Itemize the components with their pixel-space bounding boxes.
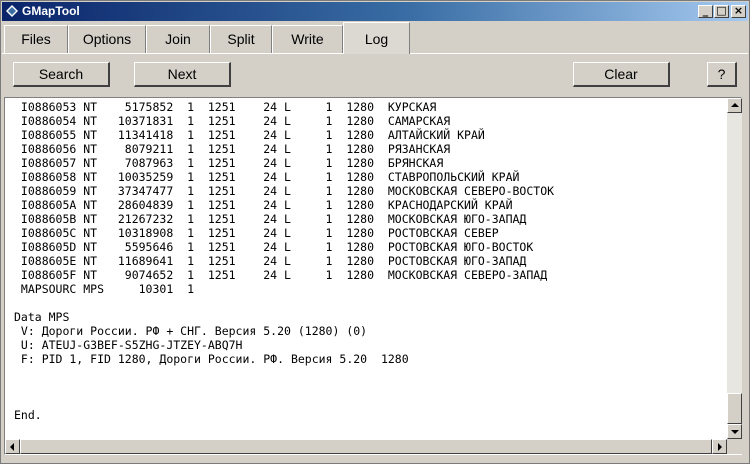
scroll-left-button[interactable] bbox=[5, 439, 20, 454]
log-line: I0886054 NT 10371831 1 1251 24 L 1 1280 … bbox=[14, 114, 451, 128]
scroll-down-button[interactable] bbox=[727, 424, 742, 439]
vertical-scroll-thumb[interactable] bbox=[727, 393, 742, 424]
close-icon: × bbox=[733, 4, 744, 17]
log-line: I088605C NT 10318908 1 1251 24 L 1 1280 … bbox=[14, 226, 499, 240]
scroll-up-button[interactable] bbox=[727, 98, 742, 113]
horizontal-scrollbar[interactable] bbox=[5, 439, 727, 454]
log-line: End. bbox=[14, 408, 42, 422]
next-button[interactable]: Next bbox=[134, 62, 231, 87]
title-bar[interactable]: GMapTool _ □ × bbox=[2, 2, 748, 21]
scroll-right-button[interactable] bbox=[712, 439, 727, 454]
log-line: F: PID 1, FID 1280, Дороги России. РФ. В… bbox=[14, 352, 409, 366]
log-line: I0886059 NT 37347477 1 1251 24 L 1 1280 … bbox=[14, 184, 555, 198]
log-line: I088605B NT 21267232 1 1251 24 L 1 1280 … bbox=[14, 212, 527, 226]
log-line: MAPSOURC MPS 10301 1 bbox=[14, 282, 195, 296]
app-icon bbox=[6, 5, 18, 17]
minimize-button[interactable]: _ bbox=[698, 4, 713, 18]
log-line: U: ATEUJ-G3BEF-S5ZHG-JTZEY-ABQ7H bbox=[14, 338, 243, 352]
tab-split[interactable]: Split bbox=[210, 25, 272, 53]
log-line: Data MPS bbox=[14, 310, 70, 324]
arrow-left-icon bbox=[10, 443, 14, 451]
tab-files[interactable]: Files bbox=[4, 25, 68, 53]
log-line: I088605D NT 5595646 1 1251 24 L 1 1280 Р… bbox=[14, 240, 534, 254]
tab-options[interactable]: Options bbox=[68, 25, 146, 53]
tab-join[interactable]: Join bbox=[146, 25, 210, 53]
log-line: I0886055 NT 11341418 1 1251 24 L 1 1280 … bbox=[14, 128, 485, 142]
log-line: I0886053 NT 5175852 1 1251 24 L 1 1280 К… bbox=[14, 100, 437, 114]
log-line: I088605A NT 28604839 1 1251 24 L 1 1280 … bbox=[14, 198, 513, 212]
window-title: GMapTool bbox=[22, 4, 80, 18]
maximize-button[interactable]: □ bbox=[714, 4, 729, 18]
arrow-right-icon bbox=[718, 443, 722, 451]
close-button[interactable]: × bbox=[731, 4, 746, 18]
horizontal-scroll-thumb[interactable] bbox=[20, 439, 712, 454]
log-line: I088605F NT 9074652 1 1251 24 L 1 1280 М… bbox=[14, 268, 548, 282]
log-line: I0886058 NT 10035259 1 1251 24 L 1 1280 … bbox=[14, 170, 520, 184]
app-window: GMapTool _ □ × Files Options Join Split … bbox=[0, 0, 750, 464]
scrollbar-corner bbox=[727, 439, 742, 454]
arrow-down-icon bbox=[731, 430, 739, 434]
vertical-scrollbar[interactable] bbox=[727, 98, 742, 439]
tab-log[interactable]: Log bbox=[343, 22, 410, 54]
maximize-icon: □ bbox=[716, 4, 727, 17]
help-button[interactable]: ? bbox=[707, 62, 737, 87]
log-line: I0886057 NT 7087963 1 1251 24 L 1 1280 Б… bbox=[14, 156, 444, 170]
minimize-icon: _ bbox=[702, 4, 709, 17]
arrow-up-icon bbox=[731, 103, 739, 107]
log-line: I088605E NT 11689641 1 1251 24 L 1 1280 … bbox=[14, 254, 527, 268]
log-line: I0886056 NT 8079211 1 1251 24 L 1 1280 Р… bbox=[14, 142, 451, 156]
clear-button[interactable]: Clear bbox=[573, 62, 670, 87]
log-line: V: Дороги России. РФ + СНГ. Версия 5.20 … bbox=[14, 324, 368, 338]
log-output[interactable]: I0886053 NT 5175852 1 1251 24 L 1 1280 К… bbox=[14, 100, 726, 436]
tab-write[interactable]: Write bbox=[272, 25, 343, 53]
search-button[interactable]: Search bbox=[13, 62, 110, 87]
log-panel: I0886053 NT 5175852 1 1251 24 L 1 1280 К… bbox=[4, 97, 742, 455]
